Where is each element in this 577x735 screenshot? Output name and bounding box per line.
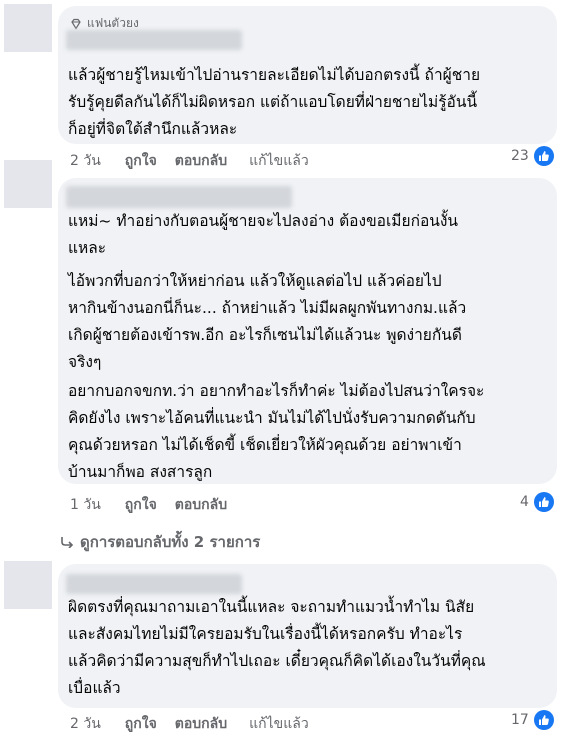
- like-button[interactable]: ถูกใจ: [125, 494, 157, 516]
- reaction-number: 17: [511, 712, 529, 728]
- reply-button[interactable]: ตอบกลับ: [175, 713, 227, 735]
- comment-text: แล้วผู้ชายรู้ไหมเข้าไปอ่านรายละเอียดไม่ไ…: [68, 66, 481, 138]
- reply-button[interactable]: ตอบกลับ: [175, 494, 227, 516]
- view-replies-label: ดูการตอบกลับทั้ง 2 รายการ: [80, 533, 261, 551]
- like-button[interactable]: ถูกใจ: [125, 713, 157, 735]
- avatar[interactable]: [4, 160, 52, 208]
- commenter-name[interactable]: [66, 186, 292, 208]
- comment-actions: 1 วัน ถูกใจ ตอบกลับ: [70, 494, 245, 516]
- avatar[interactable]: [4, 4, 52, 52]
- comment-text: ไอ้พวกที่บอกว่าให้หย่าก่อน แล้วให้ดูแลต่…: [68, 272, 467, 371]
- comment-actions: 2 วัน ถูกใจ ตอบกลับ แก้ไขแล้ว: [70, 713, 309, 735]
- comment-time[interactable]: 2 วัน: [70, 150, 101, 172]
- comment-time[interactable]: 2 วัน: [70, 713, 101, 735]
- commenter-name[interactable]: [66, 30, 242, 50]
- like-icon: [533, 492, 554, 512]
- edited-label: แก้ไขแล้ว: [249, 716, 309, 732]
- comment-time[interactable]: 1 วัน: [70, 494, 101, 516]
- view-replies-link[interactable]: ดูการตอบกลับทั้ง 2 รายการ: [60, 530, 260, 554]
- diamond-icon: [71, 18, 81, 30]
- comment-text: ผิดตรงที่คุณมาถามเอาในนี้แหละ จะถามทำแมว…: [68, 598, 486, 697]
- comment-actions: 2 วัน ถูกใจ ตอบกลับ แก้ไขแล้ว: [70, 150, 309, 172]
- reaction-count[interactable]: 23: [511, 146, 554, 166]
- reaction-number: 23: [511, 148, 529, 164]
- reaction-count[interactable]: 4: [520, 492, 554, 512]
- comment-bubble: แฟนตัวยง แล้วผู้ชายรู้ไหมเข้าไปอ่านรายละ…: [58, 6, 557, 144]
- comment-bubble: แหม่~ ทำอย่างกับตอนผู้ชายจะไปลงอ่าง ต้อง…: [58, 178, 557, 484]
- reply-arrow-icon: [61, 537, 74, 548]
- edited-label: แก้ไขแล้ว: [249, 153, 309, 169]
- like-button[interactable]: ถูกใจ: [125, 150, 157, 172]
- avatar[interactable]: [4, 561, 52, 609]
- reaction-count[interactable]: 17: [511, 710, 554, 730]
- reply-button[interactable]: ตอบกลับ: [175, 150, 227, 172]
- reaction-number: 4: [520, 494, 529, 510]
- comment-bubble: ผิดตรงที่คุณมาถามเอาในนี้แหละ จะถามทำแมว…: [58, 564, 557, 708]
- like-icon: [533, 146, 554, 166]
- like-icon: [533, 710, 554, 730]
- commenter-name[interactable]: [66, 574, 242, 594]
- comment-text: แหม่~ ทำอย่างกับตอนผู้ชายจะไปลงอ่าง ต้อง…: [68, 212, 459, 257]
- comment-text: อยากบอกจขกท.ว่า อยากทำอะไรก็ทำค่ะ ไม่ต้อ…: [68, 382, 485, 481]
